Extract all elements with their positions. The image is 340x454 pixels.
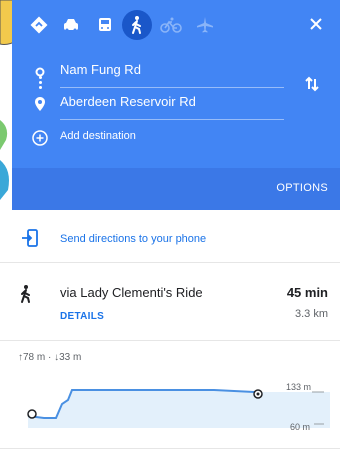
- walking-icon: [18, 284, 34, 309]
- send-directions-link[interactable]: Send directions to your phone: [60, 233, 206, 245]
- elevation-start-marker: [27, 409, 37, 419]
- add-circle-icon: [30, 122, 50, 154]
- elevation-summary: ↑78 m · ↓33 m: [18, 352, 82, 363]
- best-route-icon[interactable]: [26, 12, 52, 38]
- destination-underline: [60, 119, 284, 120]
- walking-icon: [132, 16, 141, 34]
- destination-field[interactable]: Aberdeen Reservoir Rd: [60, 94, 196, 109]
- divider: [0, 448, 340, 449]
- car-icon[interactable]: [58, 12, 84, 38]
- route-via-label: via Lady Clementi's Ride: [60, 285, 203, 300]
- options-button[interactable]: OPTIONS: [276, 182, 328, 194]
- origin-field[interactable]: Nam Fung Rd: [60, 62, 141, 77]
- elevation-max-label: 133 m: [286, 382, 312, 392]
- divider: [0, 340, 340, 341]
- close-icon[interactable]: [304, 12, 328, 36]
- options-bar: OPTIONS: [12, 168, 340, 210]
- details-link[interactable]: DETAILS: [60, 311, 104, 322]
- elevation-area: [28, 390, 330, 428]
- add-destination-row[interactable]: Add destination: [12, 122, 340, 154]
- airplane-icon[interactable]: [192, 12, 218, 38]
- swap-icon[interactable]: [302, 74, 322, 94]
- origin-row[interactable]: Nam Fung Rd: [12, 56, 340, 88]
- route-duration: 45 min: [286, 285, 328, 300]
- route-option-card[interactable]: via Lady Clementi's Ride DETAILS 45 min …: [0, 272, 340, 336]
- bus-icon[interactable]: [92, 12, 118, 38]
- route-distance: 3.3 km: [294, 308, 328, 320]
- destination-pin-icon: [30, 88, 50, 120]
- divider: [0, 262, 340, 263]
- elevation-min-label: 60 m: [290, 422, 311, 432]
- send-directions-row[interactable]: Send directions to your phone: [0, 224, 340, 256]
- add-destination-button[interactable]: Add destination: [60, 130, 136, 142]
- elevation-chart: [14, 376, 330, 436]
- send-to-phone-icon: [20, 228, 40, 248]
- walking-mode-button[interactable]: [122, 10, 152, 40]
- destination-row[interactable]: Aberdeen Reservoir Rd: [12, 88, 340, 120]
- bicycle-icon[interactable]: [158, 12, 184, 38]
